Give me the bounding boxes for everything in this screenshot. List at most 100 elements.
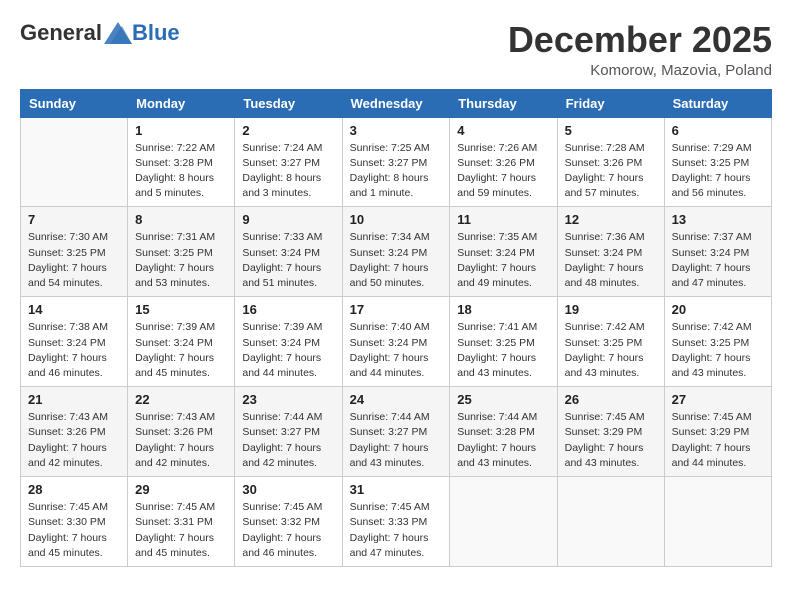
sunset-text: Sunset: 3:26 PM (565, 157, 643, 169)
subtitle: Komorow, Mazovia, Poland (508, 62, 772, 79)
sunrise-text: Sunrise: 7:36 AM (565, 231, 645, 243)
daylight-text: and 53 minutes. (135, 277, 210, 289)
calendar-cell: 1Sunrise: 7:22 AMSunset: 3:28 PMDaylight… (128, 117, 235, 207)
daylight-text: Daylight: 7 hours (672, 172, 751, 184)
daylight-text: and 45 minutes. (135, 367, 210, 379)
day-number: 19 (565, 302, 657, 317)
sunrise-text: Sunrise: 7:45 AM (242, 501, 322, 513)
day-info: Sunrise: 7:37 AMSunset: 3:24 PMDaylight:… (672, 230, 764, 291)
calendar-cell: 9Sunrise: 7:33 AMSunset: 3:24 PMDaylight… (235, 207, 342, 297)
calendar-cell: 13Sunrise: 7:37 AMSunset: 3:24 PMDayligh… (664, 207, 771, 297)
day-info: Sunrise: 7:42 AMSunset: 3:25 PMDaylight:… (565, 320, 657, 381)
calendar-cell: 29Sunrise: 7:45 AMSunset: 3:31 PMDayligh… (128, 477, 235, 567)
day-info: Sunrise: 7:45 AM Sunset: 3:32 PM Daylight:… (242, 500, 334, 561)
daylight-text: and 43 minutes. (457, 457, 532, 469)
day-info: Sunrise: 7:40 AMSunset: 3:24 PMDaylight:… (350, 320, 443, 381)
calendar-week-row: 1Sunrise: 7:22 AMSunset: 3:28 PMDaylight… (21, 117, 772, 207)
day-number: 25 (457, 392, 549, 407)
daylight-text: Daylight: 7 hours (457, 172, 536, 184)
title-block: December 2025 Komorow, Mazovia, Poland (508, 20, 772, 79)
calendar-cell: 31Sunrise: 7:45 AMSunset: 3:33 PMDayligh… (342, 477, 450, 567)
sunset-text: Sunset: 3:24 PM (350, 337, 428, 349)
calendar-header-friday: Friday (557, 89, 664, 117)
day-info: Sunrise: 7:44 AMSunset: 3:28 PMDaylight:… (457, 410, 549, 471)
sunrise-text: Sunrise: 7:45 AM (565, 411, 645, 423)
daylight-text: Daylight: 7 hours (242, 442, 321, 454)
daylight-text: and 54 minutes. (28, 277, 103, 289)
daylight-text: and 42 minutes. (28, 457, 103, 469)
daylight-text: Daylight: 7 hours (135, 532, 214, 544)
day-number: 12 (565, 212, 657, 227)
daylight-text: and 43 minutes. (565, 367, 640, 379)
sunrise-text: Sunrise: 7:42 AM (672, 321, 752, 333)
daylight-text: Daylight: 7 hours (135, 442, 214, 454)
day-number: 1 (135, 123, 227, 138)
day-number: 5 (565, 123, 657, 138)
day-info: Sunrise: 7:28 AMSunset: 3:26 PMDaylight:… (565, 141, 657, 202)
sunset-text: Sunset: 3:32 PM (242, 516, 320, 528)
daylight-text: and 59 minutes. (457, 187, 532, 199)
day-info: Sunrise: 7:43 AMSunset: 3:26 PMDaylight:… (28, 410, 120, 471)
calendar-cell (21, 117, 128, 207)
day-info: Sunrise: 7:35 AMSunset: 3:24 PMDaylight:… (457, 230, 549, 291)
day-number: 9 (242, 212, 334, 227)
daylight-text: Daylight: 7 hours (672, 262, 751, 274)
day-number: 3 (350, 123, 443, 138)
sunset-text: Sunset: 3:26 PM (28, 426, 106, 438)
day-number: 18 (457, 302, 549, 317)
calendar-header-tuesday: Tuesday (235, 89, 342, 117)
daylight-text: Daylight: 8 hours (135, 172, 214, 184)
calendar-cell: 23Sunrise: 7:44 AMSunset: 3:27 PMDayligh… (235, 387, 342, 477)
calendar-cell: 26Sunrise: 7:45 AMSunset: 3:29 PMDayligh… (557, 387, 664, 477)
calendar-week-row: 7Sunrise: 7:30 AMSunset: 3:25 PMDaylight… (21, 207, 772, 297)
daylight-text: and 46 minutes. (242, 547, 317, 559)
daylight-text: and 49 minutes. (457, 277, 532, 289)
daylight-text: Daylight: 7 hours (242, 532, 321, 544)
sunrise-text: Sunrise: 7:41 AM (457, 321, 537, 333)
calendar-cell: 5 Sunrise: 7:28 AMSunset: 3:26 PMDaylight… (557, 117, 664, 207)
daylight-text: and 42 minutes. (242, 457, 317, 469)
daylight-text: Daylight: 7 hours (565, 262, 644, 274)
daylight-text: Daylight: 7 hours (135, 352, 214, 364)
sunrise-text: Sunrise: 7:45 AM (350, 501, 430, 513)
sunrise-text: Sunrise: 7:24 AM (242, 142, 322, 154)
sunset-text: Sunset: 3:25 PM (672, 337, 750, 349)
sunset-text: Sunset: 3:25 PM (565, 337, 643, 349)
sunset-text: Sunset: 3:24 PM (565, 247, 643, 259)
day-number: 7 (28, 212, 120, 227)
day-info: Sunrise: 7:42 AMSunset: 3:25 PMDaylight:… (672, 320, 764, 381)
day-number: 26 (565, 392, 657, 407)
day-number: 6 (672, 123, 764, 138)
sunset-text: Sunset: 3:24 PM (135, 337, 213, 349)
day-number: 2 (242, 123, 334, 138)
daylight-text: and 43 minutes. (565, 457, 640, 469)
daylight-text: Daylight: 7 hours (350, 262, 429, 274)
day-number: 20 (672, 302, 764, 317)
logo-icon (104, 22, 132, 44)
day-info: Sunrise: 7:38 AMSunset: 3:24 PMDaylight:… (28, 320, 120, 381)
sunrise-text: Sunrise: 7:44 AM (242, 411, 322, 423)
day-info: Sunrise: 7:39 AMSunset: 3:24 PMDaylight:… (242, 320, 334, 381)
sunset-text: Sunset: 3:31 PM (135, 516, 213, 528)
main-title: December 2025 (508, 20, 772, 60)
daylight-text: Daylight: 7 hours (28, 262, 107, 274)
calendar-header-sunday: Sunday (21, 89, 128, 117)
sunset-text: Sunset: 3:29 PM (565, 426, 643, 438)
calendar-cell: 7Sunrise: 7:30 AMSunset: 3:25 PMDaylight… (21, 207, 128, 297)
calendar-cell: 28Sunrise: 7:45 AMSunset: 3:30 PMDayligh… (21, 477, 128, 567)
sunset-text: Sunset: 3:27 PM (242, 157, 320, 169)
sunrise-text: Sunrise: 7:44 AM (457, 411, 537, 423)
day-info: Sunrise: 7:39 AMSunset: 3:24 PMDaylight:… (135, 320, 227, 381)
daylight-text: and 57 minutes. (565, 187, 640, 199)
calendar-cell: 22Sunrise: 7:43 AMSunset: 3:26 PMDayligh… (128, 387, 235, 477)
sunset-text: Sunset: 3:25 PM (457, 337, 535, 349)
daylight-text: and 44 minutes. (242, 367, 317, 379)
day-info: Sunrise: 7:45 AMSunset: 3:31 PMDaylight:… (135, 500, 227, 561)
daylight-text: and 43 minutes. (457, 367, 532, 379)
day-number: 31 (350, 482, 443, 497)
day-number: 24 (350, 392, 443, 407)
sunset-text: Sunset: 3:33 PM (350, 516, 428, 528)
daylight-text: Daylight: 7 hours (457, 352, 536, 364)
calendar-cell: 15Sunrise: 7:39 AMSunset: 3:24 PMDayligh… (128, 297, 235, 387)
day-number: 17 (350, 302, 443, 317)
